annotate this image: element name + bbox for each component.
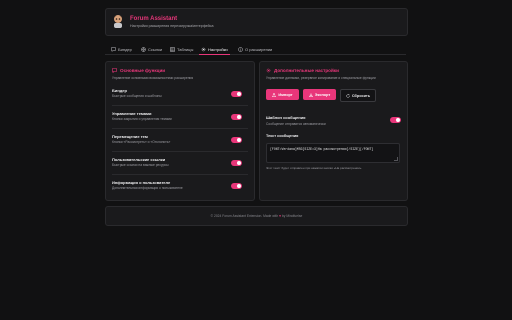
- reset-button[interactable]: Сбросить: [340, 89, 376, 102]
- panel-title: Основные функции: [112, 68, 165, 73]
- template-description: Сообщение отправится автоматически: [266, 122, 326, 126]
- tab-tables[interactable]: Таблицы: [168, 44, 195, 54]
- chat-icon: [112, 68, 117, 73]
- feature-row: Биндер Быстрые сообщения и шаблоны: [112, 86, 248, 106]
- template-label: Шаблон сообщения: [266, 115, 306, 120]
- tab-about[interactable]: О расширении: [236, 44, 274, 54]
- panel-description: Управление данными, резервное копировани…: [266, 76, 376, 80]
- feature-name: Перемещение тем: [112, 134, 148, 139]
- divider: [112, 105, 248, 106]
- app-subtitle: Настройки расширения перезагрузка/интерф…: [130, 24, 214, 28]
- message-textarea[interactable]: [FONT=Verdana]MSG[SIZE=3]На рассмотрении…: [266, 143, 400, 163]
- feature-description: Кнопки закрытия и управления темами: [112, 117, 172, 121]
- message-hint: Этот текст будет отправлен при нажатии к…: [266, 166, 362, 170]
- toggle-knob: [237, 115, 241, 119]
- feature-toggle[interactable]: [231, 160, 242, 166]
- toggle-knob: [396, 118, 400, 122]
- heart-icon: ♥: [279, 214, 282, 218]
- resize-handle[interactable]: [394, 157, 398, 161]
- footer-text: © 2024 Forum Assistant Extension. Made w…: [106, 214, 407, 218]
- feature-toggle[interactable]: [231, 91, 242, 97]
- tab-bar: Биндер Ссылки Таблицы Настройки О расшир…: [105, 42, 406, 55]
- tab-label: Биндер: [118, 46, 132, 52]
- footer-author: by Mindfuelse: [281, 214, 303, 218]
- gear-icon: [266, 68, 271, 73]
- additional-settings-panel: Дополнительные настройки Управление данн…: [259, 61, 408, 201]
- table-icon: [170, 46, 175, 52]
- import-label: Импорт: [278, 92, 293, 97]
- feature-row: Информация о пользователе Дополнительная…: [112, 178, 248, 198]
- tab-binder[interactable]: Биндер: [109, 44, 134, 54]
- refresh-icon: [346, 93, 350, 98]
- toggle-knob: [237, 92, 241, 96]
- reset-label: Сбросить: [351, 93, 371, 98]
- export-button[interactable]: Экспорт: [303, 89, 336, 100]
- feature-description: Дополнительная информация о пользователе: [112, 186, 183, 190]
- tab-label: Таблицы: [177, 46, 194, 52]
- chat-icon: [111, 46, 116, 52]
- divider: [112, 151, 248, 152]
- feature-name: Управление темами: [112, 111, 152, 116]
- info-icon: [238, 46, 243, 52]
- toggle-knob: [237, 161, 241, 165]
- panel-title: Дополнительные настройки: [266, 68, 339, 73]
- footer: © 2024 Forum Assistant Extension. Made w…: [105, 206, 408, 226]
- export-label: Экспорт: [314, 92, 331, 97]
- footer-copyright: © 2024 Forum Assistant Extension. Made w…: [210, 214, 279, 218]
- template-toggle[interactable]: [390, 117, 401, 123]
- feature-toggle[interactable]: [231, 137, 242, 143]
- header-card: Forum Assistant Настройки расширения пер…: [105, 8, 408, 36]
- panel-title-text: Дополнительные настройки: [274, 68, 339, 73]
- app-title: Forum Assistant: [130, 16, 178, 22]
- feature-description: Быстрые сообщения и шаблоны: [112, 94, 162, 98]
- tab-settings[interactable]: Настройки: [199, 44, 230, 55]
- feature-toggle[interactable]: [231, 183, 242, 189]
- message-text-label: Текст сообщения: [266, 134, 299, 138]
- feature-name: Биндер: [112, 88, 127, 93]
- gear-icon: [201, 47, 206, 51]
- feature-description: Быстрые ссылки на важные ресурсы: [112, 163, 169, 167]
- download-icon: [308, 92, 313, 97]
- message-text: [FONT=Verdana]MSG[SIZE=3]На рассмотрении…: [270, 147, 374, 151]
- toggle-knob: [237, 138, 241, 142]
- feature-name: Информация о пользователе: [112, 180, 171, 185]
- tab-label: Ссылки: [148, 46, 163, 52]
- panel-title-text: Основные функции: [120, 68, 166, 73]
- tab-links[interactable]: Ссылки: [139, 44, 164, 54]
- feature-row: Управление темами Кнопки закрытия и упра…: [112, 109, 248, 129]
- panel-description: Управление основными возможностями расши…: [112, 76, 194, 80]
- import-button[interactable]: Импорт: [266, 89, 299, 100]
- divider: [112, 174, 248, 175]
- feature-toggle[interactable]: [231, 114, 242, 120]
- feature-description: Кнопки «Рассмотреть» и «Отклонить»: [112, 140, 171, 144]
- avatar-logo-icon: [114, 15, 122, 28]
- tab-label: Настройки: [208, 46, 228, 52]
- feature-row: Перемещение тем Кнопки «Рассмотреть» и «…: [112, 132, 248, 152]
- toggle-knob: [237, 184, 241, 188]
- globe-icon: [141, 46, 146, 52]
- feature-row: Пользовательские ссылки Быстрые ссылки н…: [112, 155, 248, 175]
- main-features-panel: Основные функции Управление основными во…: [105, 61, 255, 201]
- upload-icon: [272, 92, 277, 97]
- tab-label: О расширении: [245, 46, 273, 52]
- divider: [112, 128, 248, 129]
- feature-name: Пользовательские ссылки: [112, 157, 166, 162]
